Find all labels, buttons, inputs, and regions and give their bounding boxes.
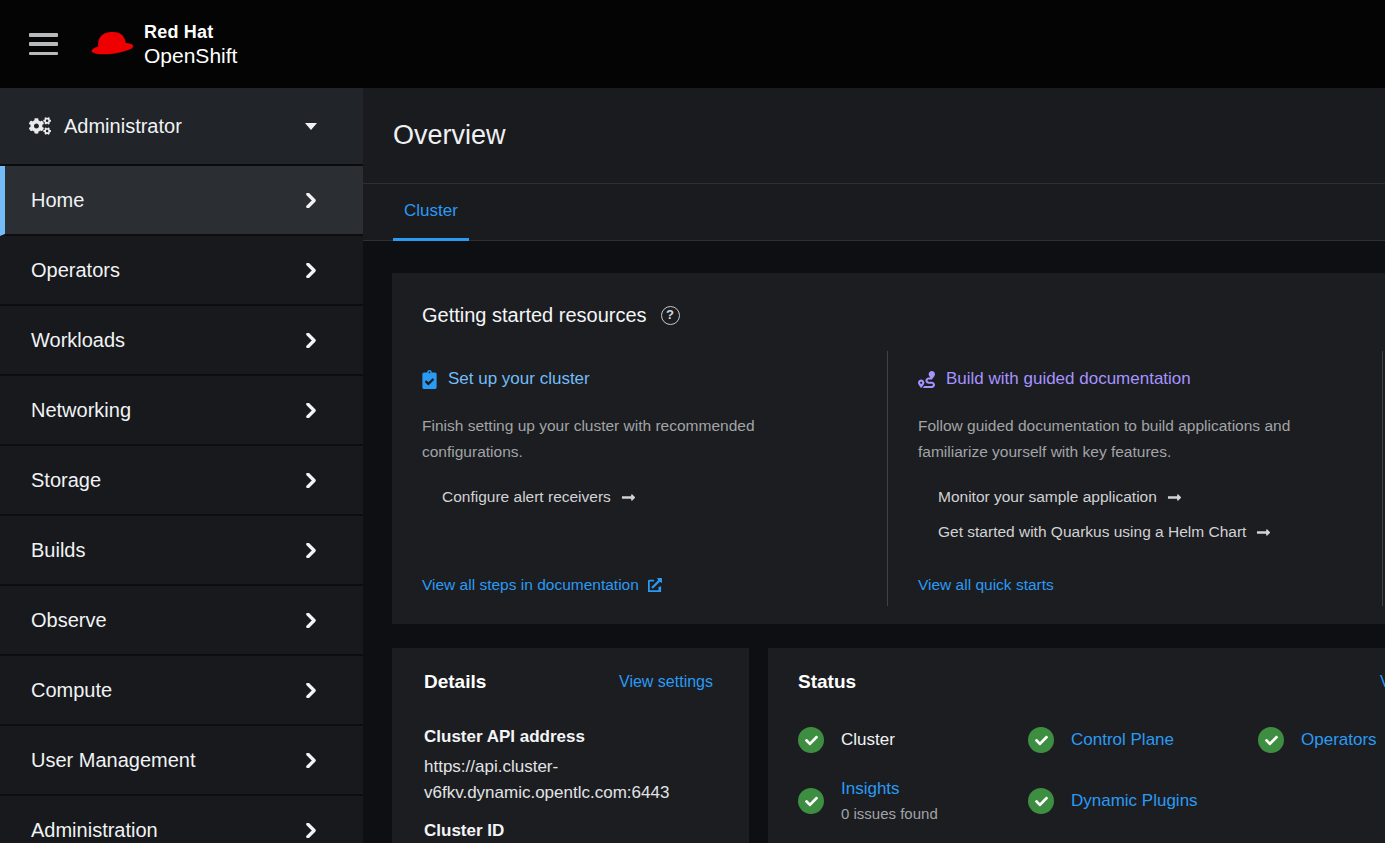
arrow-right-icon [1256, 525, 1271, 540]
brand-line1: Red Hat [144, 23, 237, 41]
redhat-openshift-logo: Red Hat OpenShift [89, 23, 237, 66]
brand-line2: OpenShift [144, 45, 237, 66]
status-insights[interactable]: Insights [841, 779, 900, 798]
sidebar-item-storage[interactable]: Storage [0, 446, 363, 516]
route-icon [918, 371, 935, 388]
masthead: Red Hat OpenShift [0, 0, 1385, 88]
details-card: Details View settings Cluster API addres… [392, 648, 749, 843]
sidebar-nav: Home Operators Workloads Networking Stor… [0, 166, 363, 843]
sidebar-item-home[interactable]: Home [0, 166, 363, 236]
chevron-right-icon [305, 333, 317, 348]
success-icon [798, 788, 824, 814]
chevron-right-icon [305, 683, 317, 698]
sidebar-item-networking[interactable]: Networking [0, 376, 363, 446]
redhat-fedora-icon [89, 27, 135, 61]
getting-started-col-guided: Build with guided documentation Follow g… [887, 351, 1382, 606]
status-cluster[interactable]: Cluster [841, 730, 895, 750]
view-all-quick-starts-link[interactable]: View all quick starts [918, 576, 1054, 594]
field-label: Cluster ID [424, 822, 713, 840]
configure-alert-receivers-link[interactable]: Configure alert receivers [442, 488, 636, 506]
tab-bar: Cluster [363, 184, 1385, 241]
status-dynamic-plugins[interactable]: Dynamic Plugins [1071, 791, 1198, 811]
perspective-switcher[interactable]: Administrator [0, 88, 363, 166]
status-item-control-plane: Control Plane [1028, 727, 1258, 753]
monitor-sample-app-link[interactable]: Monitor your sample application [938, 488, 1182, 506]
setup-cluster-description: Finish setting up your cluster with reco… [422, 413, 852, 465]
insights-issues-text: 0 issues found [841, 805, 938, 823]
success-icon [1028, 788, 1054, 814]
status-operators[interactable]: Operators [1301, 730, 1377, 750]
menu-icon[interactable] [29, 33, 58, 55]
overview-content: Getting started resources ? Set up your … [363, 241, 1385, 843]
chevron-right-icon [305, 543, 317, 558]
status-item-operators: Operators [1258, 727, 1385, 753]
arrow-right-icon [1167, 490, 1182, 505]
sidebar-item-compute[interactable]: Compute [0, 656, 363, 726]
status-item-insights: Insights 0 issues found [798, 779, 1028, 823]
external-link-icon [648, 578, 662, 592]
details-title: Details [424, 672, 486, 691]
view-alerts-link[interactable]: View alerts [1380, 672, 1385, 691]
chevron-right-icon [305, 193, 317, 208]
sidebar-item-user-management[interactable]: User Management [0, 726, 363, 796]
sidebar-item-administration[interactable]: Administration [0, 796, 363, 843]
main-content: Overview Cluster Getting started resourc… [363, 88, 1385, 843]
getting-started-card: Getting started resources ? Set up your … [392, 273, 1385, 624]
sidebar-item-operators[interactable]: Operators [0, 236, 363, 306]
sidebar-item-builds[interactable]: Builds [0, 516, 363, 586]
getting-started-title: Getting started resources [422, 303, 647, 327]
sidebar: Administrator Home Operators Workloads N… [0, 88, 363, 843]
page-header: Overview [363, 88, 1385, 184]
sidebar-item-observe[interactable]: Observe [0, 586, 363, 656]
clipboard-check-icon [422, 370, 437, 389]
cluster-id-field: Cluster ID [424, 822, 713, 840]
chevron-right-icon [305, 753, 317, 768]
status-item-dynamic-plugins: Dynamic Plugins [1028, 779, 1258, 823]
success-icon [1028, 727, 1054, 753]
getting-started-col-setup: Set up your cluster Finish setting up yo… [422, 351, 887, 606]
guided-doc-description: Follow guided documentation to build app… [918, 413, 1347, 465]
chevron-right-icon [305, 263, 317, 278]
status-card: Status View alerts Cluster Control Plane [768, 648, 1385, 843]
perspective-label: Administrator [64, 115, 182, 138]
status-item-cluster: Cluster [798, 727, 1028, 753]
success-icon [1258, 727, 1284, 753]
setup-cluster-heading: Set up your cluster [448, 369, 590, 389]
cluster-api-address-field: Cluster API address https://api.cluster-… [424, 728, 713, 806]
sidebar-item-workloads[interactable]: Workloads [0, 306, 363, 376]
chevron-right-icon [305, 403, 317, 418]
arrow-right-icon [621, 490, 636, 505]
view-settings-link[interactable]: View settings [619, 672, 713, 691]
field-value: https://api.cluster-v6fkv.dynamic.opentl… [424, 754, 713, 806]
chevron-right-icon [305, 613, 317, 628]
tab-cluster[interactable]: Cluster [393, 184, 469, 241]
success-icon [798, 727, 824, 753]
field-label: Cluster API address [424, 728, 713, 746]
guided-doc-heading: Build with guided documentation [946, 369, 1191, 389]
quarkus-helm-chart-link[interactable]: Get started with Quarkus using a Helm Ch… [938, 523, 1271, 541]
status-title: Status [798, 672, 856, 691]
page-title: Overview [393, 115, 1385, 155]
cogs-icon [29, 117, 51, 135]
chevron-right-icon [305, 823, 317, 838]
view-all-steps-link[interactable]: View all steps in documentation [422, 576, 662, 594]
caret-down-icon [305, 123, 317, 130]
chevron-right-icon [305, 473, 317, 488]
help-icon[interactable]: ? [661, 306, 680, 325]
status-control-plane[interactable]: Control Plane [1071, 730, 1174, 750]
